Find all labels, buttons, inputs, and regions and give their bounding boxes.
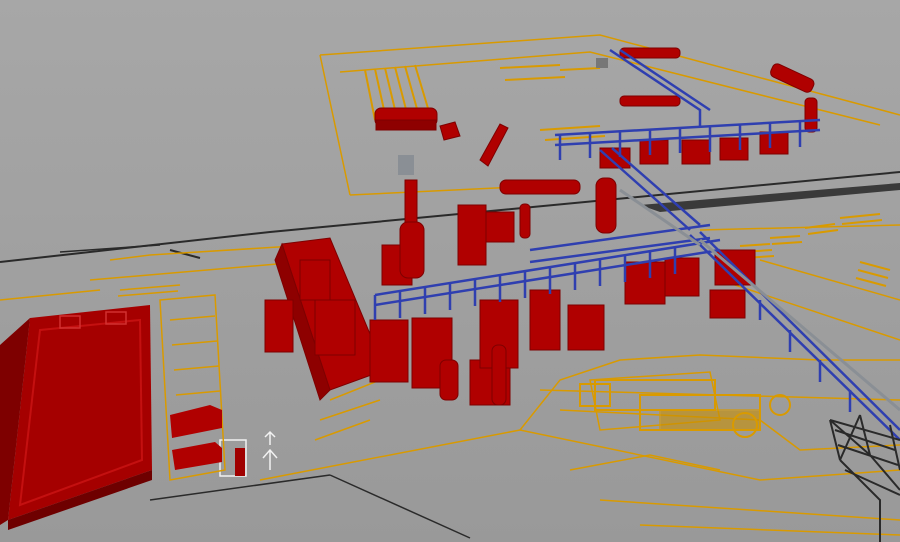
plant-3d-viewport[interactable]: [0, 0, 900, 542]
plant-layout-scene[interactable]: [0, 0, 900, 542]
